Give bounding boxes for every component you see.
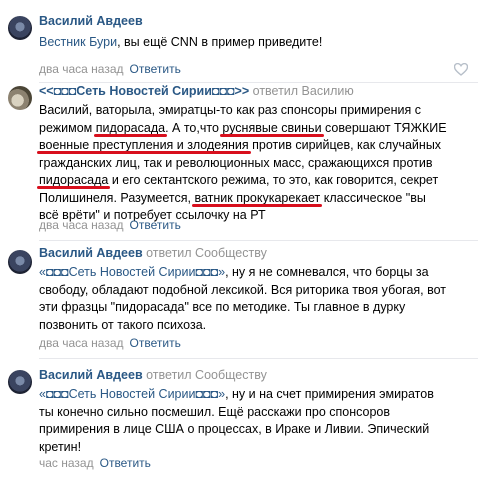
text-segment: кретин! [39,439,82,454]
text-line: «◘◘◘Сеть Новостей Сирии◘◘◘», ну я не сом… [39,264,479,282]
author-name[interactable]: Василий Авдеев [39,14,143,28]
text-line: Василий, ваторыла, эмиратцы-то как раз с… [39,102,479,120]
text-line: Полишинеля. Разумеется, ватник прокукаре… [39,190,479,208]
text-segment: и его сектантского режима, то это, как г… [108,173,439,187]
text-segment: гражданских лиц, так и революционных мас… [39,155,433,170]
comment-text: Василий, ваторыла, эмиратцы-то как раз с… [39,102,479,225]
reply-button[interactable]: Ответить [130,218,181,232]
text-segment: . А то,что [165,120,223,135]
text-segment: примирения в лице США о процессах, в Ира… [39,422,430,436]
author-name[interactable]: <<◘◘◘Сеть Новостей Сирии◘◘◘>> [39,84,249,98]
mention-link[interactable]: «◘◘◘Сеть Новостей Сирии◘◘◘» [39,265,225,279]
comment-time[interactable]: два часа назад [39,336,124,350]
text-segment: Василий, ваторыла, эмиратцы-то как раз с… [39,103,421,117]
reply-button[interactable]: Ответить [100,456,151,470]
avatar[interactable] [8,370,32,394]
comment-meta: два часа назад Ответить [39,336,181,350]
text-segment: , ну и на счет примирения эмиратов [225,387,434,401]
text-segment: совершают ТЯЖКИЕ [321,120,447,135]
text-segment: , ну я не сомневался, что борцы за [225,265,429,279]
text-line: ты конечно сильно посмешил. Ещё расскажи… [39,404,479,422]
avatar[interactable] [8,250,32,274]
underlined-phrase: ватник прокукарекает [194,190,321,205]
divider [39,82,478,83]
comment-author[interactable]: Василий Авдеев ответил Сообществу [39,246,267,260]
comment-author[interactable]: Василий Авдеев ответил Сообществу [39,368,267,382]
reply-to-label: ответил Сообществу [146,246,267,260]
comment-meta: два часа назад Ответить [39,218,181,232]
author-name[interactable]: Василий Авдеев [39,246,143,260]
text-segment: ты конечно сильно посмешил. Ещё расскажи… [39,404,391,419]
comment-text: «◘◘◘Сеть Новостей Сирии◘◘◘», ну я не сом… [39,264,479,334]
comment-text: Вестник Бури, вы ещё CNN в пример привед… [39,34,479,52]
text-segment: против сирийцев, как случайных [248,138,442,152]
text-segment: эти фразцы "пидорасада" все по методике.… [39,300,406,314]
reply-button[interactable]: Ответить [130,62,181,76]
underlined-phrase: военные преступления и злодеяния [39,138,249,152]
comment-meta: час назад Ответить [39,456,151,470]
text-segment: Полишинеля. Разумеется, [39,190,195,205]
comment-author[interactable]: Василий Авдеев [39,14,143,28]
text-line: режимом пидорасада. А то,что руснявые св… [39,120,479,138]
text-line: гражданских лиц, так и революционных мас… [39,155,479,173]
comment-author[interactable]: <<◘◘◘Сеть Новостей Сирии◘◘◘>> ответил Ва… [39,84,354,98]
avatar[interactable] [8,16,32,40]
text-line: военные преступления и злодеяния против … [39,137,479,155]
text-line: Вестник Бури, вы ещё CNN в пример привед… [39,34,479,52]
text-line: эти фразцы "пидорасада" все по методике.… [39,299,479,317]
text-line: пидорасада и его сектантского режима, то… [39,172,479,190]
author-name[interactable]: Василий Авдеев [39,368,143,382]
mention-link[interactable]: «◘◘◘Сеть Новостей Сирии◘◘◘» [39,387,225,401]
text-segment: режимом [39,120,96,135]
comment-text: «◘◘◘Сеть Новостей Сирии◘◘◘», ну и на сче… [39,386,479,456]
underlined-phrase: руснявые свиньи [222,120,322,135]
text-segment: классическое "вы [320,190,426,205]
avatar[interactable] [8,86,32,110]
reply-button[interactable]: Ответить [130,336,181,350]
reply-to-label: ответил Василию [252,84,354,98]
text-segment: , вы ещё CNN в пример приведите! [117,35,323,49]
text-segment: свободу, обладают подобной лексикой. Вся… [39,282,447,297]
text-line: позвонить от такого психоза. [39,317,479,335]
reply-to-label: ответил Сообществу [146,368,267,382]
text-line: примирения в лице США о процессах, в Ира… [39,421,479,439]
text-line: кретин! [39,439,479,457]
divider [39,240,478,241]
text-line: «◘◘◘Сеть Новостей Сирии◘◘◘», ну и на сче… [39,386,479,404]
heart-icon[interactable] [453,62,469,76]
text-segment: позвонить от такого психоза. [39,317,207,332]
comment-time[interactable]: два часа назад [39,218,124,232]
underlined-phrase: пидорасада [95,120,166,135]
comment-meta: два часа назад Ответить [39,62,181,76]
comment-time[interactable]: час назад [39,456,94,470]
text-line: свободу, обладают подобной лексикой. Вся… [39,282,479,300]
divider [39,358,478,359]
underlined-phrase: пидорасада [39,173,109,187]
comment-time[interactable]: два часа назад [39,62,124,76]
mention-link[interactable]: Вестник Бури [39,35,117,49]
